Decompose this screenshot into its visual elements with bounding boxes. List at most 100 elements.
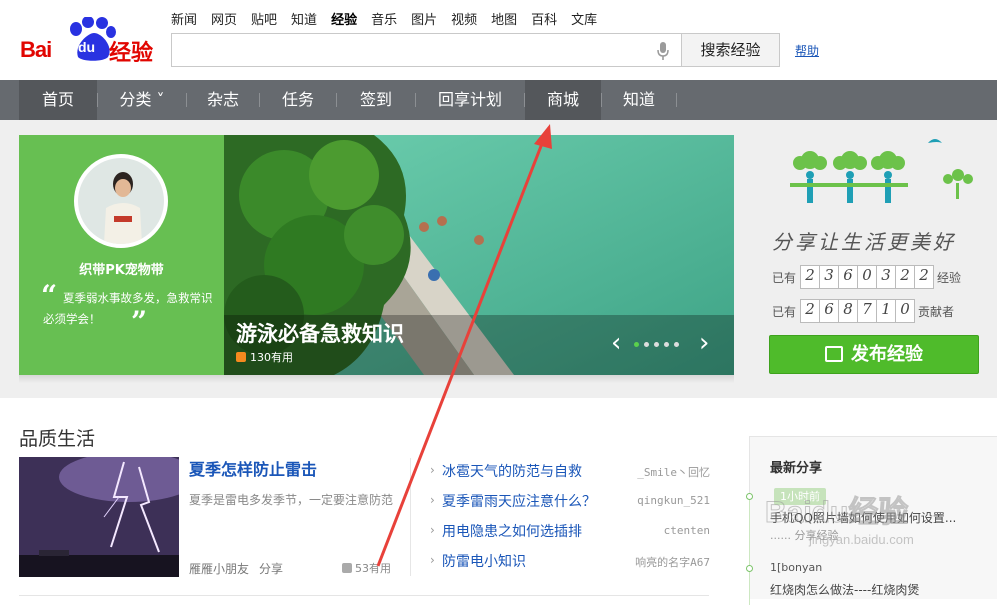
nav-home[interactable]: 首页 [19,80,97,120]
product-nav-music[interactable]: 音乐 [371,9,397,28]
carousel-dot[interactable] [634,342,639,347]
experience-counter: 2 3 6 0 3 2 2 [800,265,935,289]
watermark-url: jingyan.baidu.com [808,532,914,547]
carousel-dot[interactable] [674,342,679,347]
article-link[interactable]: 用电隐患之如何选插排 [442,521,582,541]
header: Bai du 经验 新闻 网页 贴吧 知道 经验 音乐 图片 视频 地图 百科 … [0,0,997,80]
nav-reward-plan[interactable]: 回享计划 [416,80,524,120]
publish-experience-button[interactable]: 发布经验 [769,335,979,374]
counter-digit: 3 [876,265,897,289]
recent-item[interactable]: 红烧肉怎么做法----红烧肉煲 [770,581,919,598]
stat-prefix: 已有 [772,304,797,319]
search-button[interactable]: 搜索经验 [681,33,780,67]
author-quote: 夏季弱水事故多发，急救常识必须学会！ [43,291,213,326]
article-link[interactable]: 防雷电小知识 [442,551,526,571]
feature-author[interactable]: 雁雁小朋友 [189,560,249,577]
avatar[interactable] [74,154,168,248]
carousel-next-button[interactable]: › [699,330,709,356]
product-nav-zhidao[interactable]: 知道 [291,9,317,28]
banner-shadow [19,375,734,383]
counter-digit: 2 [800,265,821,289]
avatar-photo [78,158,164,244]
timeline-line [749,495,750,605]
article-link[interactable]: 冰雹天气的防范与自救 [442,461,582,481]
timeline-dot [746,565,753,572]
product-nav-baike[interactable]: 百科 [531,9,557,28]
product-nav-web[interactable]: 网页 [211,9,237,28]
counter-digit: 0 [857,265,878,289]
counter-digit: 3 [819,265,840,289]
slide-likes: 130有用 [236,349,293,365]
chevron-right-icon: › [430,523,435,537]
logo-jingyan-text: 经验 [109,41,154,66]
recent-item-user[interactable]: 1[bonyan [770,561,822,574]
counter-digit: 6 [838,265,859,289]
list-item: › 冰雹天气的防范与自救 _Smile丶回忆 [430,460,710,490]
slide-likes-count: 130有用 [250,351,293,364]
product-nav-images[interactable]: 图片 [411,9,437,28]
stat-suffix: 经验 [937,270,962,285]
counter-digit: 7 [857,299,878,323]
product-nav-wenku[interactable]: 文库 [571,9,597,28]
feature-likes: 53有用 [342,560,391,576]
article-author[interactable]: ctenten [664,524,710,537]
contributor-counter: 2 6 8 7 1 0 [800,299,916,323]
microphone-icon[interactable] [657,42,669,60]
article-author[interactable]: 响亮的名字A67 [635,554,710,570]
nav-category[interactable]: 分类 ˅ [98,80,186,120]
people-trees-icon [790,139,973,203]
list-item: › 夏季雷雨天应注意什么？ qingkun_521 [430,490,710,520]
nav-mall[interactable]: 商城 [525,80,601,120]
counter-digit: 0 [895,299,916,323]
counter-digit: 8 [838,299,859,323]
feature-article-desc: 夏季是雷电多发季节，一定要注意防范 [189,493,394,507]
divider [19,595,709,596]
watermark-logo: Baidu经验 jingyan.baidu.com [765,495,914,548]
chevron-right-icon: › [430,463,435,477]
product-nav-map[interactable]: 地图 [491,9,517,28]
recent-shares-title: 最新分享 [770,461,823,476]
product-nav-video[interactable]: 视频 [451,9,477,28]
divider [410,458,411,576]
carousel-dot[interactable] [664,342,669,347]
baidu-jingyan-logo[interactable]: Bai du 经验 [18,15,160,66]
nav-zhidao[interactable]: 知道 [602,80,676,120]
article-author[interactable]: _Smile丶回忆 [637,464,710,480]
carousel-prev-button[interactable]: ‹ [611,330,621,356]
experience-count-row: 已有 2 3 6 0 3 2 2 经验 [772,265,961,289]
search-input[interactable] [171,33,681,67]
article-link[interactable]: 夏季雷雨天应注意什么？ [442,491,596,511]
lightning-image [19,457,179,577]
nav-tasks[interactable]: 任务 [260,80,336,120]
baidu-jingyan-watermark: Baidu经验 jingyan.baidu.com [765,490,945,550]
banner-area: 织带PK宠物带 “ 夏季弱水事故多发，急救常识必须学会！ ” 游泳必备急救知识 … [0,120,997,398]
product-nav-jingyan[interactable]: 经验 [331,9,357,28]
counter-digit: 2 [800,299,821,323]
carousel-dot[interactable] [654,342,659,347]
feature-article-title[interactable]: 夏季怎样防止雷击 [189,456,317,480]
nav-magazine[interactable]: 杂志 [187,80,259,120]
lightning-photo[interactable] [19,457,179,577]
article-author[interactable]: qingkun_521 [637,494,710,507]
list-item: › 用电隐患之如何选插排 ctenten [430,520,710,550]
product-nav-news[interactable]: 新闻 [171,9,197,28]
counter-digit: 2 [914,265,935,289]
article-list: › 冰雹天气的防范与自救 _Smile丶回忆 › 夏季雷雨天应注意什么？ qin… [430,460,710,580]
slogan: 分享让生活更美好 [772,230,956,254]
author-name[interactable]: 织带PK宠物带 [19,259,224,278]
publish-label: 发布经验 [851,344,923,365]
help-link[interactable]: 帮助 [795,42,819,59]
chevron-right-icon: › [430,553,435,567]
thumbs-up-icon [342,563,352,573]
edit-icon [825,346,843,362]
featured-author-card[interactable]: 织带PK宠物带 “ 夏季弱水事故多发，急救常识必须学会！ ” [19,135,224,375]
chevron-right-icon: › [430,493,435,507]
product-nav-tieba[interactable]: 贴吧 [251,9,277,28]
carousel-dot[interactable] [644,342,649,347]
contributor-count-row: 已有 2 6 8 7 1 0 贡献者 [772,299,954,323]
slide-title[interactable]: 游泳必备急救知识 [236,318,404,348]
feature-share: 分享 [259,562,284,576]
carousel-slide[interactable]: 游泳必备急救知识 130有用 ‹ › [224,135,734,375]
nav-checkin[interactable]: 签到 [337,80,415,120]
logo-bai-text: Bai [20,37,52,62]
